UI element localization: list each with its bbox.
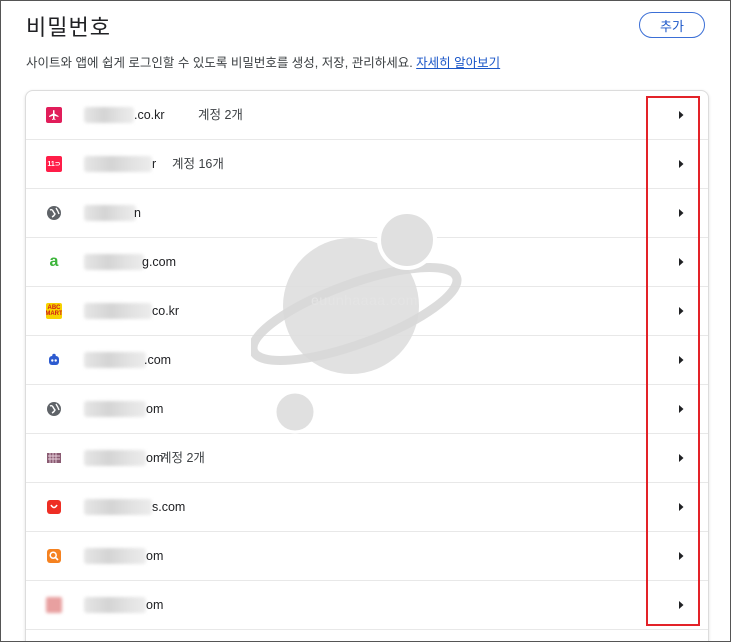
page-title: 비밀번호 — [26, 15, 111, 40]
site-name-redacted — [84, 254, 144, 270]
site-name-redacted — [84, 107, 134, 123]
password-row[interactable]: .com — [26, 336, 708, 385]
site-name: om — [146, 549, 164, 563]
site-name-redacted — [84, 303, 152, 319]
password-row[interactable]: om — [26, 385, 708, 434]
password-row[interactable]: s.com — [26, 483, 708, 532]
add-password-button[interactable]: 추가 — [639, 12, 705, 38]
arrow-right-icon[interactable] — [674, 549, 688, 563]
account-count: 계정 16개 — [172, 157, 224, 171]
arrow-right-icon[interactable] — [674, 108, 688, 122]
learn-more-link[interactable]: 자세히 알아보기 — [416, 56, 500, 70]
site-name: r — [152, 157, 157, 171]
password-list: .co.kr 계정 2개 11⊃ r 계정 16개 n a g.com ABC … — [25, 90, 709, 641]
password-row[interactable]: om — [26, 532, 708, 581]
site-name-redacted — [84, 450, 146, 466]
arrow-right-icon[interactable] — [674, 353, 688, 367]
arrow-right-icon[interactable] — [674, 402, 688, 416]
site-name-redacted — [84, 401, 146, 417]
arrow-right-icon[interactable] — [674, 206, 688, 220]
password-row[interactable]: a g.com — [26, 238, 708, 287]
site-name-redacted — [84, 156, 152, 172]
blurred-icon — [46, 597, 62, 613]
site-name: s.com — [152, 500, 186, 514]
shopping-bag-icon — [47, 500, 61, 514]
globe-icon — [47, 402, 61, 416]
passwords-page: 비밀번호 추가 사이트와 앱에 쉽게 로그인할 수 있도록 비밀번호를 생성, … — [0, 0, 731, 642]
site-name: om — [146, 402, 164, 416]
letter-a-icon: a — [49, 254, 59, 270]
password-row[interactable]: 11⊃ r 계정 16개 — [26, 140, 708, 189]
airplane-icon — [46, 107, 62, 123]
site-name-redacted — [84, 548, 146, 564]
site-name: co.kr — [152, 304, 180, 318]
password-row[interactable]: om 계정 2개 — [26, 434, 708, 483]
description-text: 사이트와 앱에 쉽게 로그인할 수 있도록 비밀번호를 생성, 저장, 관리하세… — [26, 56, 413, 70]
account-count: 계정 2개 — [198, 108, 243, 122]
site-name: .co.kr — [134, 108, 165, 122]
abc-mart-icon: ABC MART — [46, 303, 62, 319]
arrow-right-icon[interactable] — [674, 157, 688, 171]
arrow-right-icon[interactable] — [674, 500, 688, 514]
password-row[interactable]: om — [26, 581, 708, 630]
site-name-redacted — [84, 352, 146, 368]
site-name: om — [146, 598, 164, 612]
password-row[interactable]: n — [26, 189, 708, 238]
page-description: 사이트와 앱에 쉽게 로그인할 수 있도록 비밀번호를 생성, 저장, 관리하세… — [26, 52, 500, 71]
arrow-right-icon[interactable] — [674, 255, 688, 269]
site-name: .com — [144, 353, 172, 367]
search-icon — [47, 549, 61, 563]
site-name: n — [134, 206, 141, 220]
password-row[interactable]: .co.kr 계정 2개 — [26, 91, 708, 140]
site-name: g.com — [142, 255, 177, 269]
globe-icon — [47, 206, 61, 220]
site-name-redacted — [84, 499, 152, 515]
arrow-right-icon[interactable] — [674, 304, 688, 318]
site-name-redacted — [84, 205, 136, 221]
password-row[interactable]: ABC MART co.kr — [26, 287, 708, 336]
11st-icon: 11⊃ — [46, 156, 62, 172]
site-name-redacted — [84, 597, 146, 613]
app-icon — [49, 353, 59, 365]
arrow-right-icon[interactable] — [674, 451, 688, 465]
account-count: 계정 2개 — [160, 451, 205, 465]
store-icon — [47, 453, 61, 463]
arrow-right-icon[interactable] — [674, 598, 688, 612]
